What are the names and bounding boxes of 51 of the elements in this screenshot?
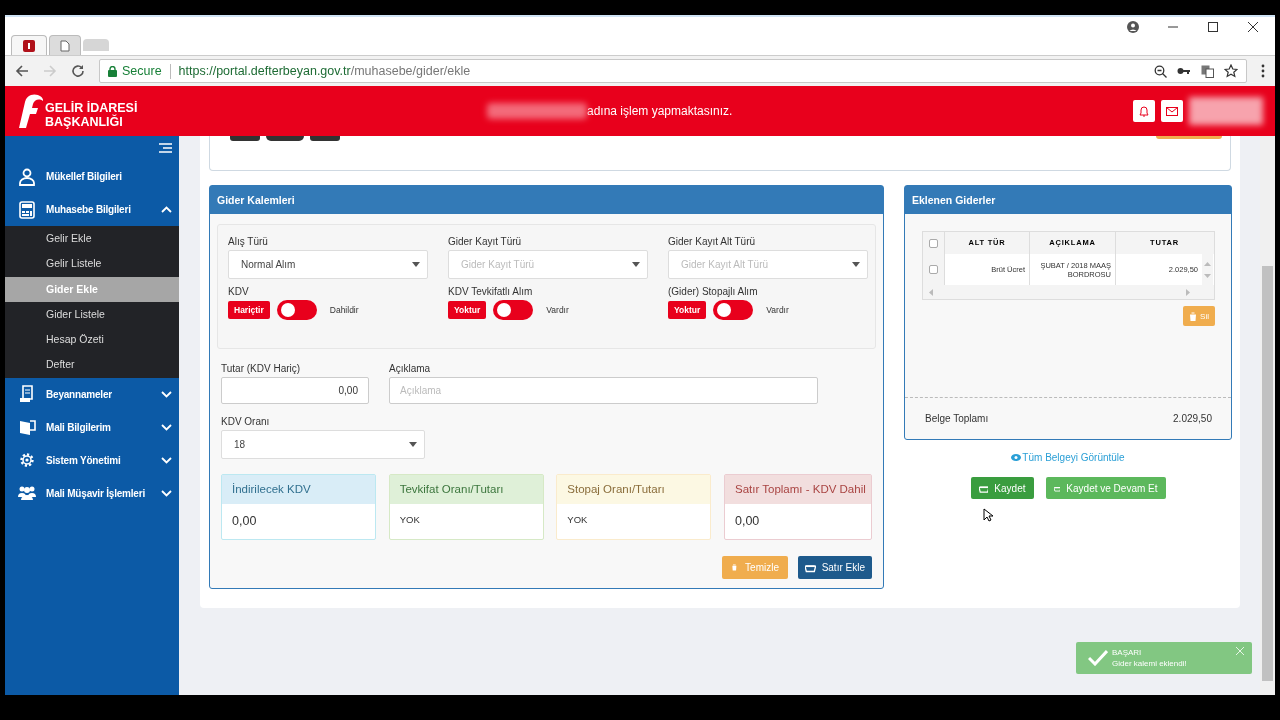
- logo-text: BAŞKANLIĞI: [45, 115, 124, 129]
- toggle-label: Hariçtir: [228, 301, 270, 319]
- submenu-item[interactable]: Gelir Listele: [5, 251, 179, 277]
- toggle-label: Yoktur: [448, 301, 487, 319]
- sidebar-item[interactable]: Beyannameler: [5, 377, 179, 411]
- submenu-item[interactable]: Gider Listele: [5, 301, 179, 328]
- sidebar-item[interactable]: Sistem Yönetimi: [5, 443, 179, 477]
- field-label: KDV Tevkifatlı Alım: [448, 286, 534, 297]
- summary-value: 0,00: [733, 513, 761, 528]
- field-label: Açıklama: [389, 363, 432, 374]
- panel-title: Gider Kalemleri: [210, 186, 883, 214]
- field-label: KDV: [228, 286, 250, 297]
- field-label: (Gider) Stopajlı Alım: [668, 286, 759, 297]
- summary-value: 0,00: [231, 513, 258, 528]
- sidebar-item[interactable]: Mükellef Bilgileri: [5, 160, 179, 193]
- summary-value: YOK: [398, 513, 421, 525]
- description-field[interactable]: Açıklama: [389, 377, 818, 404]
- total-value: 2.029,50: [1173, 413, 1212, 424]
- amount-field[interactable]: 0,00: [221, 377, 369, 404]
- toast-message: Gider kalemi eklendi!: [1112, 658, 1188, 669]
- panel-title: Eklenen Giderler: [905, 186, 1231, 214]
- address-bar[interactable]: Secure https://portal.defterbeyan.gov.tr/muhasebe/gider/ekle: [99, 59, 1247, 83]
- summary-title: Stopaj Oranı/Tutarı: [557, 475, 711, 504]
- sidebar-item[interactable]: Mali Bilgilerim: [5, 410, 179, 444]
- field-label: Alış Türü: [228, 236, 269, 247]
- sidebar-item[interactable]: Mali Müşavir İşlemleri: [5, 476, 179, 510]
- toggle-label: Dahildir: [329, 304, 359, 317]
- form-button[interactable]: Satır Ekle: [798, 556, 872, 579]
- summary-title: Satır Toplamı - KDV Dahil: [724, 475, 871, 504]
- secure-label: Secure: [122, 64, 162, 78]
- summary-value: YOK: [566, 513, 589, 525]
- submenu-item[interactable]: Hesap Özeti: [5, 327, 179, 353]
- sidebar-item[interactable]: Muhasebe Bilgileri: [5, 193, 179, 226]
- summary-title: Tevkifat Oranı/Tutarı: [389, 475, 543, 504]
- field-label: Gider Kayıt Alt Türü: [668, 236, 757, 247]
- notice-text: adına işlem yapmaktasınız.: [587, 104, 733, 118]
- toggle-label: Vardır: [546, 304, 569, 317]
- toggle-label: Vardır: [766, 304, 789, 317]
- field-label: KDV Oranı: [221, 416, 271, 427]
- url-text[interactable]: https://portal.defterbeyan.gov.tr/muhasebe/gider/ekle: [178, 64, 471, 78]
- field-label: Gider Kayıt Türü: [448, 236, 523, 247]
- dropdown[interactable]: Normal Alım: [228, 250, 428, 279]
- submenu-item[interactable]: Defter: [5, 352, 179, 378]
- toast-title: BAŞARI: [1112, 647, 1143, 658]
- dropdown[interactable]: 18: [221, 430, 425, 459]
- toggle-label: Yoktur: [668, 301, 707, 319]
- total-label: Belge Toplamı: [925, 413, 989, 424]
- summary-title: İndirilecek KDV: [222, 475, 375, 504]
- submenu-item[interactable]: Gelir Ekle: [5, 226, 179, 252]
- field-label: Tutar (KDV Hariç): [221, 363, 302, 374]
- logo-text: GELİR İDARESİ: [45, 101, 138, 115]
